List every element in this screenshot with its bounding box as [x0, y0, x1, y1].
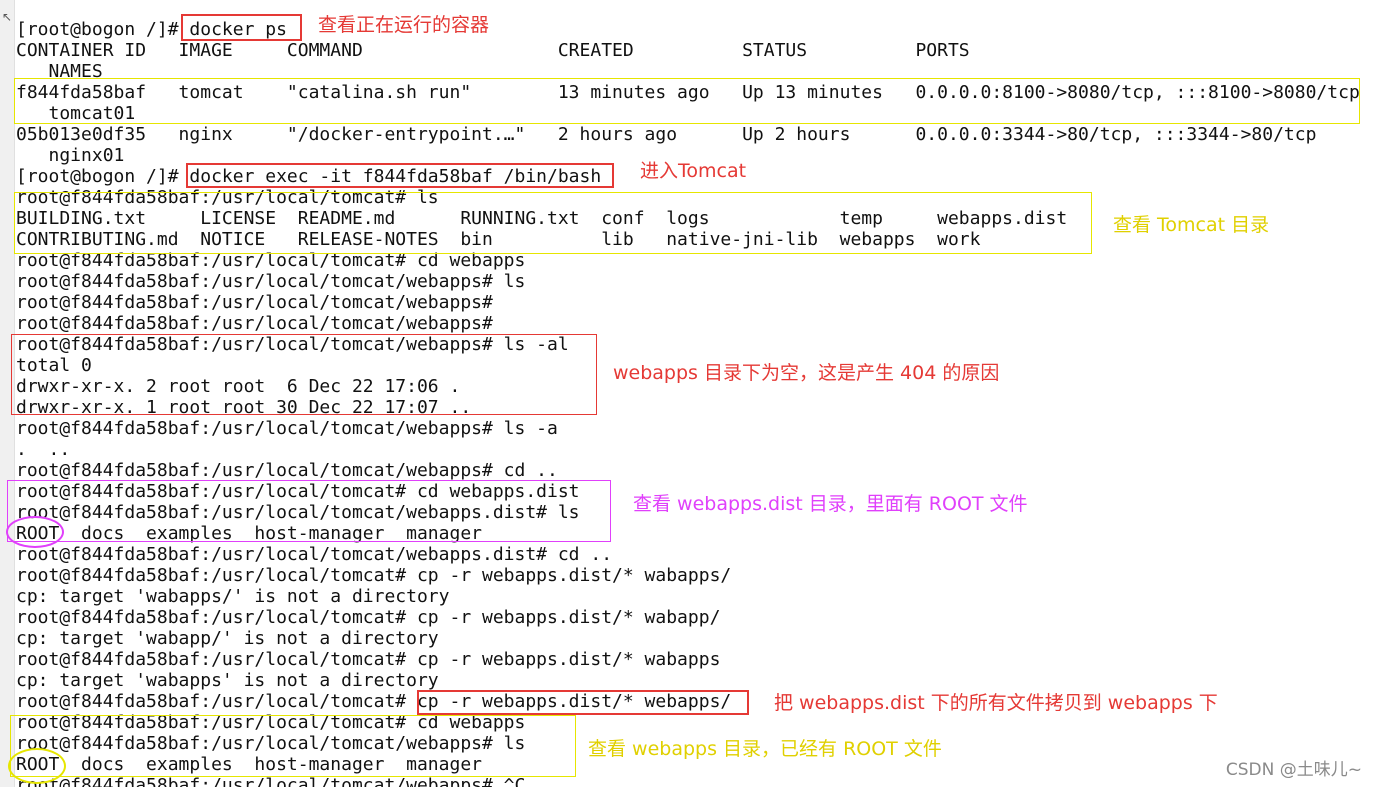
terminal-line: root@f844fda58baf:/usr/local/tomcat/weba… — [16, 271, 526, 292]
annotation-docker-ps: 查看正在运行的容器 — [318, 14, 490, 36]
terminal-line: [root@bogon /]# docker exec -it f844fda5… — [16, 166, 602, 187]
terminal-line: root@f844fda58baf:/usr/local/tomcat# ls — [16, 187, 439, 208]
annotation-view-tomcat-dir: 查看 Tomcat 目录 — [1113, 214, 1270, 236]
terminal-line: [root@bogon /]# docker ps — [16, 19, 287, 40]
terminal-line: cp: target 'wabapps/' is not a directory — [16, 586, 450, 607]
terminal-line: ROOT docs examples host-manager manager — [16, 754, 482, 775]
annotation-webapps-empty: webapps 目录下为空，这是产生 404 的原因 — [613, 362, 1000, 384]
annotation-view-webapps-dist: 查看 webapps.dist 目录，里面有 ROOT 文件 — [633, 493, 1028, 515]
terminal-line: NAMES — [16, 61, 103, 82]
terminal-line: total 0 — [16, 355, 92, 376]
terminal-output[interactable]: [root@bogon /]# docker ps CONTAINER ID I… — [0, 0, 1376, 787]
terminal-line: root@f844fda58baf:/usr/local/tomcat# cp … — [16, 691, 732, 712]
terminal-line: CONTAINER ID IMAGE COMMAND CREATED STATU… — [16, 40, 970, 61]
terminal-line: root@f844fda58baf:/usr/local/tomcat/weba… — [16, 313, 493, 334]
terminal-line: root@f844fda58baf:/usr/local/tomcat/weba… — [16, 460, 558, 481]
terminal-line: cp: target 'wabapps' is not a directory — [16, 670, 439, 691]
terminal-line: root@f844fda58baf:/usr/local/tomcat/weba… — [16, 544, 613, 565]
terminal-line: root@f844fda58baf:/usr/local/tomcat/weba… — [16, 775, 526, 787]
terminal-line: ROOT docs examples host-manager manager — [16, 523, 482, 544]
terminal-line: root@f844fda58baf:/usr/local/tomcat# cd … — [16, 250, 526, 271]
terminal-line: root@f844fda58baf:/usr/local/tomcat/weba… — [16, 292, 493, 313]
terminal-line: root@f844fda58baf:/usr/local/tomcat/weba… — [16, 418, 558, 439]
annotation-enter-tomcat: 进入Tomcat — [640, 160, 747, 182]
terminal-line: root@f844fda58baf:/usr/local/tomcat/weba… — [16, 502, 580, 523]
annotation-view-webapps-root: 查看 webapps 目录，已经有 ROOT 文件 — [588, 738, 942, 760]
terminal-line: CONTRIBUTING.md NOTICE RELEASE-NOTES bin… — [16, 229, 981, 250]
terminal-line: BUILDING.txt LICENSE README.md RUNNING.t… — [16, 208, 1068, 229]
terminal-line: drwxr-xr-x. 2 root root 6 Dec 22 17:06 . — [16, 376, 461, 397]
terminal-line: cp: target 'wabapp/' is not a directory — [16, 628, 439, 649]
terminal-line: root@f844fda58baf:/usr/local/tomcat# cd … — [16, 712, 526, 733]
terminal-line: . .. — [16, 439, 71, 460]
terminal-line: drwxr-xr-x. 1 root root 30 Dec 22 17:07 … — [16, 397, 472, 418]
terminal-line: root@f844fda58baf:/usr/local/tomcat/weba… — [16, 733, 526, 754]
terminal-line: root@f844fda58baf:/usr/local/tomcat# cd … — [16, 481, 580, 502]
watermark: CSDN @土味儿~ — [1225, 760, 1362, 780]
terminal-line: root@f844fda58baf:/usr/local/tomcat# cp … — [16, 607, 721, 628]
terminal-line: nginx01 — [16, 145, 125, 166]
terminal-line: 05b013e0df35 nginx "/docker-entrypoint.…… — [16, 124, 1317, 145]
terminal-line: tomcat01 — [16, 103, 136, 124]
terminal-line: f844fda58baf tomcat "catalina.sh run" 13… — [16, 82, 1360, 103]
terminal-line: root@f844fda58baf:/usr/local/tomcat# cp … — [16, 649, 721, 670]
terminal-line: root@f844fda58baf:/usr/local/tomcat/weba… — [16, 334, 569, 355]
annotation-copy-files: 把 webapps.dist 下的所有文件拷贝到 webapps 下 — [774, 692, 1218, 714]
terminal-line: root@f844fda58baf:/usr/local/tomcat# cp … — [16, 565, 732, 586]
